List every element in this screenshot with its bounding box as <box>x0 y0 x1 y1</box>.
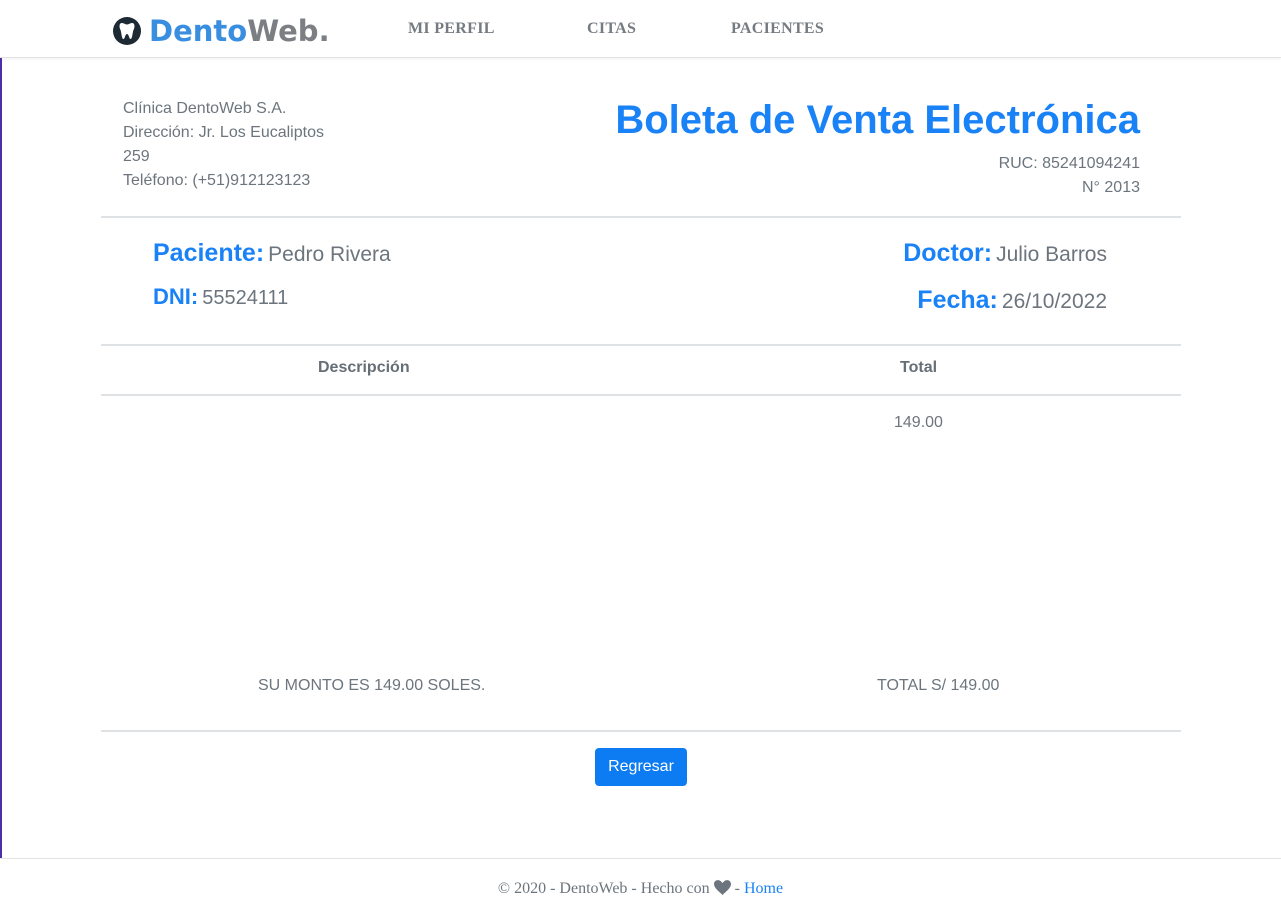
amount-text: SU MONTO ES 149.00 SOLES. <box>258 677 486 694</box>
back-button[interactable]: Regresar <box>595 748 687 786</box>
doctor-field: Doctor: Julio Barros <box>903 239 1107 268</box>
doctor-name: Julio Barros <box>996 243 1107 266</box>
footer-copyright: © 2020 - DentoWeb - Hecho con <box>497 880 710 897</box>
company-phone: Teléfono: (+51)912123123 <box>123 172 311 189</box>
window-edge <box>0 0 2 919</box>
nav-citas[interactable]: CITAS <box>587 20 636 38</box>
brand-name-part2: Web. <box>247 14 330 48</box>
document-ruc: RUC: 85241094241 <box>998 155 1140 172</box>
brand-name-part1: Dento <box>149 14 248 48</box>
table-header-border <box>101 394 1181 396</box>
company-name: Clínica DentoWeb S.A. <box>123 100 287 117</box>
document-meta: RUC: 85241094241 N° 2013 <box>999 152 1140 200</box>
nav-mi-perfil[interactable]: MI PERFIL <box>408 20 495 38</box>
brand-logo[interactable]: DentoWeb. <box>113 13 330 49</box>
company-address-line2: 259 <box>123 148 150 165</box>
footer-separator: - <box>734 880 740 897</box>
dni-value: 55524111 <box>202 287 289 309</box>
patient-name: Pedro Rivera <box>268 243 391 266</box>
date-value: 26/10/2022 <box>1001 290 1107 313</box>
total-text: TOTAL S/ 149.00 <box>877 677 1000 694</box>
company-address-line1: Dirección: Jr. Los Eucaliptos <box>123 124 324 141</box>
footer: © 2020 - DentoWeb - Hecho con - Home <box>0 858 1281 919</box>
footer-home-link[interactable]: Home <box>744 880 783 897</box>
dni-label: DNI: <box>153 284 199 309</box>
date-label: Fecha: <box>917 286 998 314</box>
table-top-border <box>101 344 1181 346</box>
navbar: DentoWeb. MI PERFIL CITAS PACIENTES <box>0 0 1281 58</box>
document-title: Boleta de Venta Electrónica <box>615 98 1140 142</box>
tooth-icon <box>113 17 141 45</box>
patient-field: Paciente: Pedro Rivera <box>153 239 391 268</box>
company-info: Clínica DentoWeb S.A. Dirección: Jr. Los… <box>123 97 343 193</box>
footer-text: © 2020 - DentoWeb - Hecho con - Home <box>0 880 1281 900</box>
patient-label: Paciente: <box>153 239 265 267</box>
doctor-label: Doctor: <box>903 239 993 267</box>
divider-bottom <box>101 730 1181 732</box>
table-row-total: 149.00 <box>894 414 943 431</box>
brand-name: DentoWeb. <box>149 13 330 49</box>
nav-pacientes[interactable]: PACIENTES <box>731 20 824 38</box>
document-number: N° 2013 <box>1082 179 1140 196</box>
dni-field: DNI: 55524111 <box>153 284 288 310</box>
date-field: Fecha: 26/10/2022 <box>917 286 1107 315</box>
heart-icon <box>713 880 731 900</box>
table-header-total: Total <box>900 359 938 376</box>
divider <box>101 216 1181 218</box>
table-header-descripcion: Descripción <box>318 359 410 376</box>
